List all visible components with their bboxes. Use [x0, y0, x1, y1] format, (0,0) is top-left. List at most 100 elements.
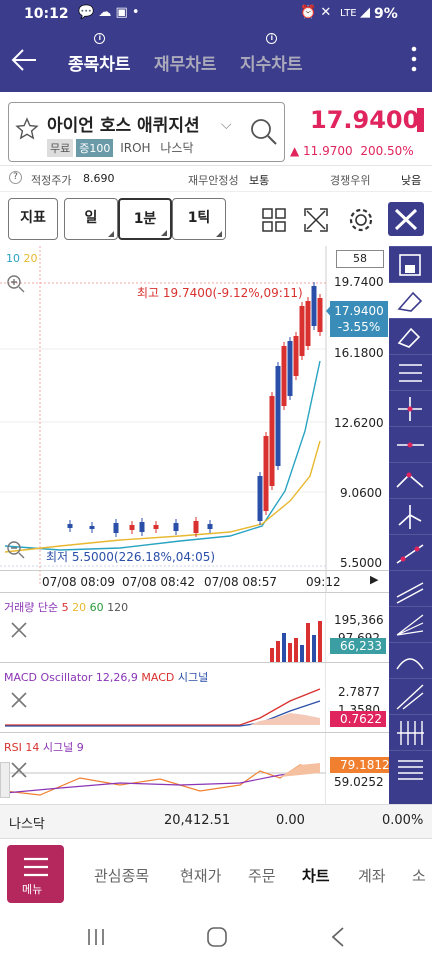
- tab-stock-chart[interactable]: i 종목차트: [68, 33, 131, 75]
- ray-tool[interactable]: [389, 678, 432, 714]
- bottom-navigation: 메뉴 관심종목 현재가 주문 차트 계좌 소: [0, 838, 432, 910]
- candle-body: [299, 306, 305, 356]
- tick-button[interactable]: 1틱: [172, 198, 226, 240]
- fullscreen-icon[interactable]: [304, 208, 328, 232]
- x-tick-2: 07/08 08:42: [122, 575, 195, 589]
- zoom-out-icon[interactable]: [6, 540, 26, 560]
- stock-search-box[interactable]: 아이언 호스 애퀴지션 ⌵ 무료 증100 IROH 나스닥: [8, 102, 285, 162]
- index-change-pct: 0.00%: [382, 813, 424, 828]
- candle-body: [153, 525, 159, 529]
- trendline-tool[interactable]: [389, 534, 432, 570]
- candle-body: [173, 523, 179, 531]
- rsi-plot: [0, 733, 326, 805]
- volume-max: 195,366: [334, 613, 384, 627]
- layout-grid-icon[interactable]: [262, 208, 286, 232]
- candle-body: [311, 286, 317, 326]
- back-arrow-icon[interactable]: [10, 48, 38, 72]
- save-tool[interactable]: [389, 246, 432, 282]
- candle-body: [287, 341, 293, 396]
- nav-more[interactable]: 소: [412, 865, 426, 886]
- rank-value: 낮음: [401, 174, 422, 187]
- star-icon[interactable]: [15, 117, 39, 141]
- period-lines-icon: [397, 721, 424, 745]
- y-tick-5: 5.5000: [340, 556, 382, 570]
- battery-level: 9%: [374, 6, 398, 22]
- drawing-tools-button[interactable]: [388, 202, 424, 236]
- drawing-tool-bar: [389, 246, 432, 804]
- zoom-in-icon[interactable]: [6, 274, 26, 294]
- hamburger-icon: [24, 857, 48, 877]
- tab-financial-chart[interactable]: 재무차트: [154, 50, 217, 75]
- fan-tool[interactable]: [389, 606, 432, 642]
- signal-icon: ◢: [360, 5, 370, 20]
- arc-icon: [396, 658, 424, 670]
- candle-body: [257, 476, 263, 521]
- scroll-right-icon[interactable]: ▶: [370, 573, 378, 586]
- ma-legend: 10 20: [6, 252, 38, 265]
- current-price-tag: 17.9400 -3.55%: [330, 301, 388, 337]
- nav-chart[interactable]: 차트: [302, 865, 330, 886]
- chevron-down-icon[interactable]: ⌵: [221, 117, 232, 133]
- low-annotation: 최저 5.5000(226.18%,04:05): [46, 550, 216, 564]
- fair-price-value: 8.690: [83, 172, 115, 185]
- crosshair-tool[interactable]: [389, 390, 432, 426]
- tab-index-chart[interactable]: i 지수차트: [240, 33, 303, 75]
- recent-apps-icon[interactable]: [86, 928, 106, 946]
- y-tick-3: 12.6200: [334, 416, 384, 430]
- horizontal-line-tool[interactable]: [389, 426, 432, 462]
- alarm-icon: ⏰ ✕: [300, 5, 332, 20]
- system-navigation-bar: [0, 910, 432, 963]
- crosshair-icon: [398, 397, 422, 421]
- period-lines-tool[interactable]: [389, 714, 432, 750]
- notification-icons: 💬 ☁ ▣ •: [78, 5, 140, 20]
- x-tick-4: 09:12: [306, 575, 341, 589]
- eraser-tool[interactable]: [389, 282, 432, 318]
- arc-tool[interactable]: [389, 642, 432, 678]
- volume-current-tag: 66,233: [330, 638, 386, 654]
- nav-order[interactable]: 주문: [248, 865, 276, 886]
- visible-count[interactable]: 58: [336, 250, 384, 268]
- save-icon: [399, 254, 421, 276]
- home-icon[interactable]: [206, 926, 228, 948]
- price-bar: [417, 108, 424, 132]
- nav-current-price[interactable]: 현재가: [180, 865, 221, 886]
- back-icon[interactable]: [330, 926, 346, 948]
- fibonacci-tool[interactable]: [389, 354, 432, 390]
- help-icon[interactable]: ?: [9, 171, 22, 184]
- rsi-current-tag: 79.1812: [330, 757, 394, 773]
- period-button[interactable]: 일: [64, 198, 118, 240]
- panel-resize-handle[interactable]: [0, 762, 10, 798]
- candle-body: [67, 524, 73, 528]
- y-tick-1: 19.7400: [334, 275, 384, 289]
- channel-tool[interactable]: [389, 570, 432, 606]
- vertical-line-tool[interactable]: [389, 498, 432, 534]
- menu-button[interactable]: 메뉴: [7, 845, 64, 903]
- tools-icon: [394, 208, 418, 231]
- nav-account[interactable]: 계좌: [358, 865, 386, 886]
- search-icon[interactable]: [249, 117, 279, 147]
- indicator-button[interactable]: 지표: [8, 198, 58, 240]
- status-time: 10:12: [24, 6, 69, 22]
- index-ticker-bar[interactable]: 나스닥 20,412.51 0.00 0.00%: [0, 804, 432, 838]
- angle-icon: [396, 472, 424, 488]
- volume-panel: 거래량 단순 5 20 60 120 195,366 97,692 66,233: [0, 592, 389, 663]
- more-tools[interactable]: [389, 750, 432, 786]
- lines-icon: [398, 760, 423, 780]
- index-value: 20,412.51: [164, 813, 231, 828]
- chart-toolbar: 지표 일 1분 1틱: [0, 192, 432, 246]
- rsi-mid: 59.0252: [334, 775, 384, 789]
- settings-gear-icon[interactable]: [348, 207, 374, 233]
- erase-all-tool[interactable]: [389, 318, 432, 354]
- more-options-icon[interactable]: [410, 44, 418, 74]
- interval-button[interactable]: 1분: [118, 198, 172, 240]
- vertical-line-icon: [398, 505, 422, 529]
- macd-max: 2.7877: [338, 685, 380, 699]
- trend-angle-tool[interactable]: [389, 462, 432, 498]
- candle-body: [113, 523, 119, 533]
- current-price: 17.9400: [310, 106, 420, 134]
- stock-info-panel: 아이언 호스 애퀴지션 ⌵ 무료 증100 IROH 나스닥 17.9400 ▲ …: [0, 92, 432, 166]
- nav-watchlist[interactable]: 관심종목: [94, 865, 149, 886]
- help-icon: i: [94, 33, 106, 44]
- stock-ticker: IROH: [120, 141, 151, 155]
- x-axis: 07/08 08:09 07/08 08:42 07/08 08:57 09:1…: [0, 570, 389, 592]
